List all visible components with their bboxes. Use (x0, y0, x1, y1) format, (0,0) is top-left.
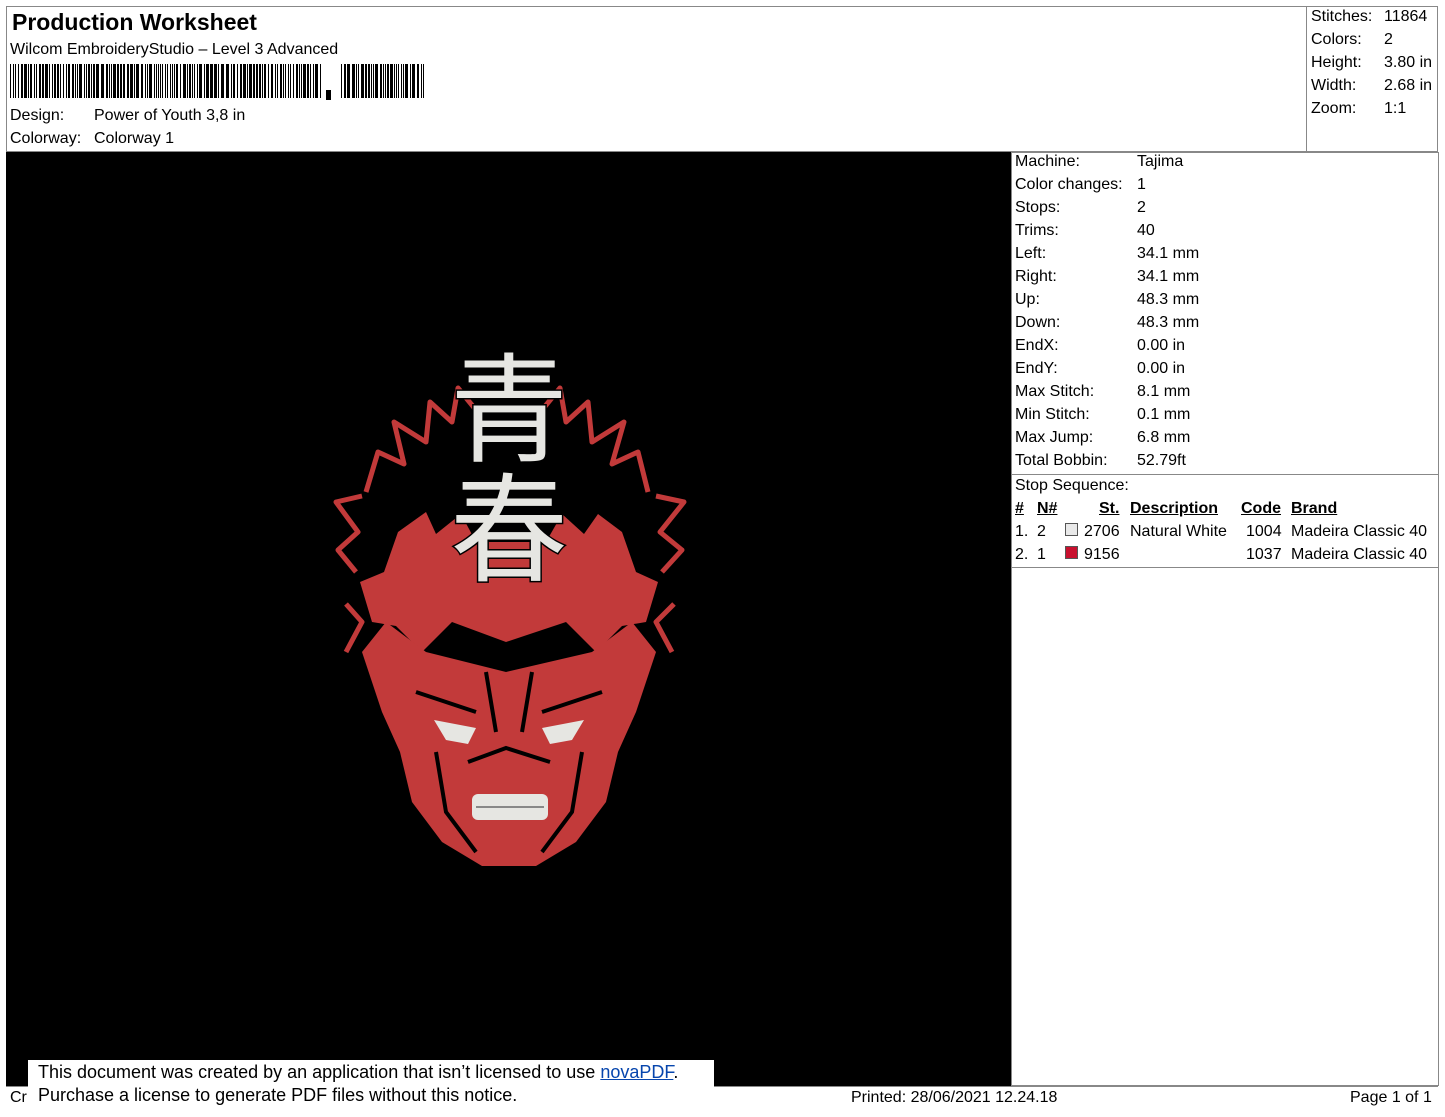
info-label: EndX: (1015, 337, 1059, 354)
stat-label: Height: (1311, 54, 1362, 71)
stat-value: 11864 (1384, 8, 1428, 25)
stat-label: Width: (1311, 77, 1357, 94)
notice-line-1: This document was created by an applicat… (38, 1062, 678, 1083)
info-value: 1 (1137, 176, 1146, 193)
info-label: Min Stitch: (1015, 406, 1090, 423)
footer-left-text: Cr (10, 1089, 27, 1106)
notice-period: . (673, 1062, 679, 1082)
col-header-description: Description (1130, 500, 1219, 517)
stat-value: 1:1 (1384, 100, 1407, 117)
divider (1011, 474, 1439, 475)
col-header-brand: Brand (1291, 500, 1338, 517)
col-header-stitches: St. (1099, 500, 1120, 517)
software-name: Wilcom EmbroideryStudio – Level 3 Advanc… (10, 41, 339, 58)
info-label: Stops: (1015, 199, 1061, 216)
stat-value: 2.68 in (1384, 77, 1433, 94)
color-swatch (1065, 546, 1078, 559)
info-label: Up: (1015, 291, 1040, 308)
info-value: 34.1 mm (1137, 245, 1200, 262)
info-label: Left: (1015, 245, 1047, 262)
colorway-value: Colorway 1 (94, 130, 175, 147)
row-num: 2. (1015, 546, 1029, 563)
face-shape (362, 622, 656, 866)
design-preview: 青 春 (6, 152, 1011, 1086)
info-value: 0.00 in (1137, 360, 1186, 377)
embroidery-artwork: 青 春 (333, 341, 687, 866)
row-needle: 1 (1037, 546, 1046, 563)
info-value: 0.00 in (1137, 337, 1186, 354)
notice-text: This document was created by an applicat… (38, 1062, 601, 1082)
design-label: Design: (10, 107, 65, 124)
printed-date: Printed: 28/06/2021 12.24.18 (851, 1089, 1058, 1106)
stats-divider (1306, 6, 1307, 152)
info-value: 6.8 mm (1137, 429, 1191, 446)
row-num: 1. (1015, 523, 1029, 540)
info-label: Color changes: (1015, 176, 1123, 193)
page-title: Production Worksheet (12, 9, 257, 35)
page-number: Page 1 of 1 (1350, 1089, 1432, 1106)
row-brand: Madeira Classic 40 (1291, 523, 1428, 540)
stat-label: Stitches: (1311, 8, 1373, 25)
info-value: 34.1 mm (1137, 268, 1200, 285)
col-header-needle: N# (1037, 500, 1058, 517)
design-value: Power of Youth 3,8 in (94, 107, 246, 124)
row-stitches: 9156 (1084, 546, 1120, 563)
info-label: Total Bobbin: (1015, 452, 1108, 469)
colorway-label: Colorway: (10, 130, 82, 147)
stop-sequence-title: Stop Sequence: (1015, 477, 1129, 494)
info-label: Max Jump: (1015, 429, 1094, 446)
row-code: 1004 (1246, 523, 1282, 540)
stat-label: Zoom: (1311, 100, 1357, 117)
info-label: Machine: (1015, 153, 1080, 170)
info-value: Tajima (1137, 153, 1184, 170)
novapdf-link[interactable]: novaPDF (600, 1062, 673, 1082)
stat-label: Colors: (1311, 31, 1362, 48)
info-value: 2 (1137, 199, 1146, 216)
info-value: 40 (1137, 222, 1155, 239)
row-stitches: 2706 (1084, 523, 1120, 540)
info-value: 0.1 mm (1137, 406, 1191, 423)
stat-value: 2 (1384, 31, 1393, 48)
info-label: Max Stitch: (1015, 383, 1095, 400)
license-notice: This document was created by an applicat… (28, 1060, 714, 1112)
info-label: Right: (1015, 268, 1057, 285)
col-header-num: # (1015, 500, 1024, 517)
kanji-haru: 春 (450, 462, 568, 600)
row-code: 1037 (1246, 546, 1282, 563)
info-label: Trims: (1015, 222, 1059, 239)
info-label: EndY: (1015, 360, 1058, 377)
col-header-code: Code (1241, 500, 1281, 517)
row-brand: Madeira Classic 40 (1291, 546, 1428, 563)
machine-info-panel (1011, 152, 1439, 1086)
barcode (10, 64, 424, 100)
row-description: Natural White (1130, 523, 1227, 540)
info-label: Down: (1015, 314, 1061, 331)
info-value: 52.79ft (1137, 452, 1186, 469)
row-needle: 2 (1037, 523, 1046, 540)
color-swatch (1065, 523, 1078, 536)
info-value: 48.3 mm (1137, 291, 1200, 308)
divider (1011, 567, 1439, 568)
notice-line-2: Purchase a license to generate PDF files… (38, 1085, 518, 1105)
info-value: 48.3 mm (1137, 314, 1200, 331)
kanji-ao: 青 (450, 342, 568, 480)
info-value: 8.1 mm (1137, 383, 1191, 400)
stat-value: 3.80 in (1384, 54, 1433, 71)
